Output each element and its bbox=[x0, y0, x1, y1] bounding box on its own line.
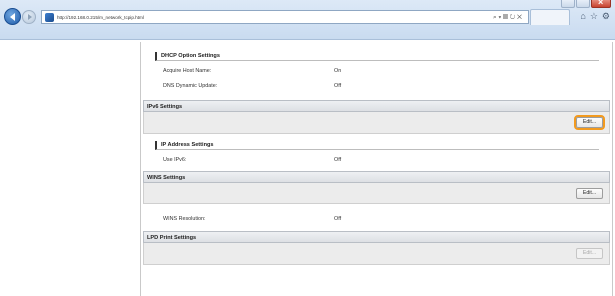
close-window-button[interactable] bbox=[591, 0, 611, 8]
row-label: Use IPv6: bbox=[163, 157, 187, 163]
home-icon[interactable]: ⌂ bbox=[580, 10, 585, 22]
dhcp-option-settings-title: DHCP Option Settings bbox=[155, 52, 599, 61]
row-label: Acquire Host Name: bbox=[163, 68, 212, 74]
settings-gear-icon[interactable]: ⚙ bbox=[602, 10, 610, 22]
lpd-print-settings-toolbar: Edit... bbox=[143, 243, 610, 265]
row-label: DNS Dynamic Update: bbox=[163, 83, 218, 89]
browser-tab[interactable] bbox=[530, 9, 570, 25]
maximize-button[interactable] bbox=[576, 0, 590, 8]
nav-buttons bbox=[4, 8, 36, 25]
row-value: Off bbox=[334, 216, 342, 222]
lpd-edit-button[interactable]: Edit... bbox=[576, 248, 603, 259]
forward-arrow-icon[interactable] bbox=[22, 9, 36, 24]
settings-panel: DHCP Option Settings Acquire Host Name: … bbox=[140, 42, 613, 296]
url-text[interactable]: http://192.168.0.215/m_network_tcpip.htm… bbox=[57, 15, 144, 20]
address-bar[interactable]: http://192.168.0.215/m_network_tcpip.htm… bbox=[41, 10, 529, 24]
browser-chrome: http://192.168.0.215/m_network_tcpip.htm… bbox=[0, 0, 615, 40]
row-value: Off bbox=[334, 83, 342, 89]
ipv6-settings-toolbar: Edit... bbox=[143, 112, 610, 134]
row-value: Off bbox=[334, 157, 342, 163]
window-controls bbox=[561, 0, 611, 8]
lpd-print-settings-header: LPD Print Settings bbox=[143, 231, 610, 243]
page-content: DHCP Option Settings Acquire Host Name: … bbox=[0, 40, 615, 296]
wins-settings-toolbar: Edit... bbox=[143, 183, 610, 204]
wins-settings-header: WINS Settings bbox=[143, 171, 610, 183]
ipv6-settings-header: IPv6 Settings bbox=[143, 100, 610, 112]
back-arrow-icon[interactable] bbox=[4, 8, 21, 25]
row-value: On bbox=[334, 68, 342, 74]
toolbar-icons: ⌂ ☆ ⚙ bbox=[580, 10, 610, 22]
minimize-button[interactable] bbox=[561, 0, 575, 8]
site-favicon-icon bbox=[45, 12, 54, 22]
ipv6-edit-button[interactable]: Edit... bbox=[576, 117, 603, 128]
row-label: WINS Resolution: bbox=[163, 216, 206, 222]
ip-address-settings-title: IP Address Settings bbox=[155, 141, 599, 150]
wins-edit-button[interactable]: Edit... bbox=[576, 188, 603, 199]
address-bar-tools[interactable]: ⌕ ▾ ▤ ↻ ✕ bbox=[493, 13, 522, 22]
favorites-star-icon[interactable]: ☆ bbox=[590, 10, 598, 22]
